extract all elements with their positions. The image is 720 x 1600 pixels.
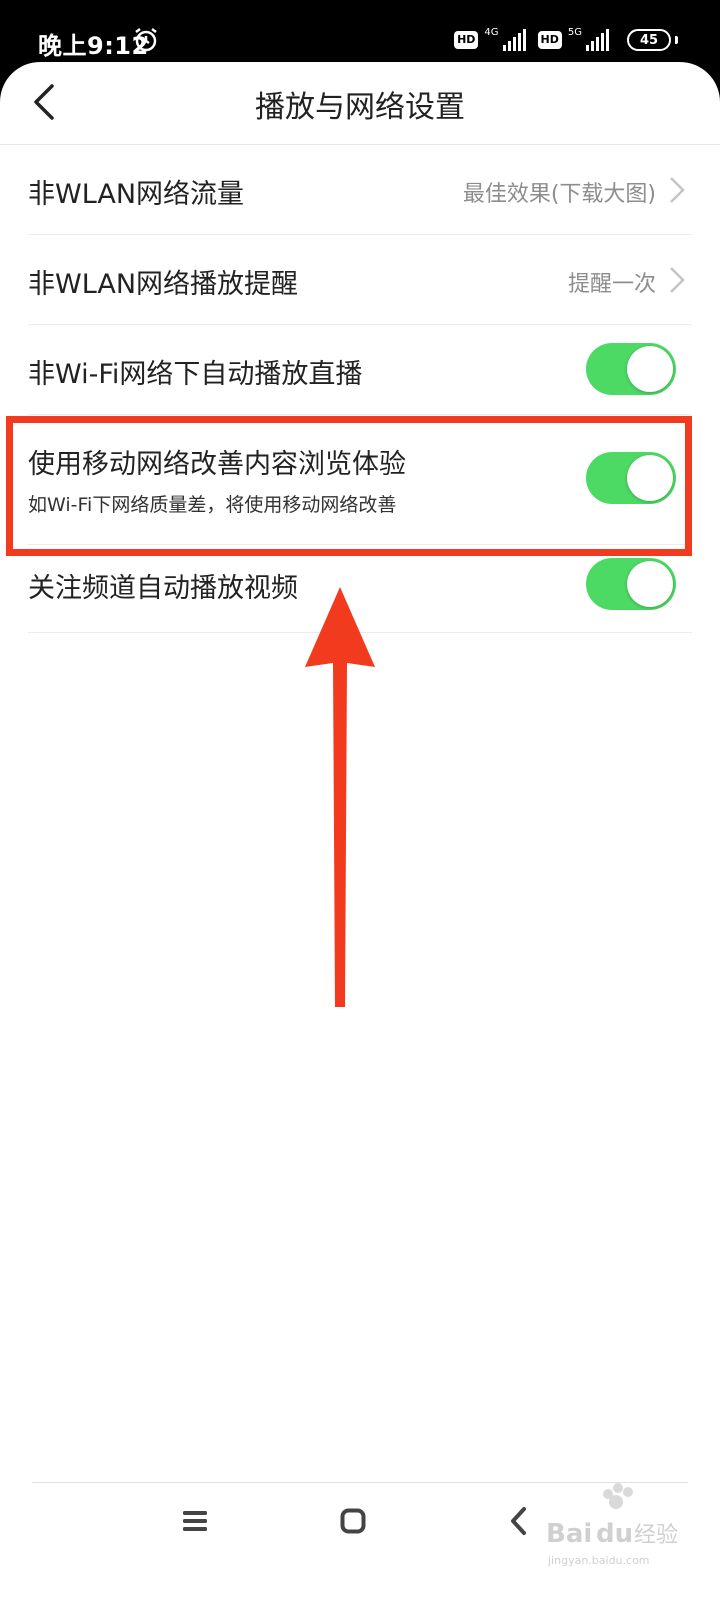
nav-menu-icon[interactable]: [182, 1509, 208, 1533]
arrow-up-icon: [305, 587, 375, 1007]
setting-title: 关注频道自动播放视频: [28, 573, 298, 604]
status-indicators: HD 4G HD 5G 45: [454, 26, 678, 54]
setting-row-auto-play-live: 非Wi-Fi网络下自动播放直播: [28, 324, 692, 415]
page-title: 播放与网络设置: [255, 90, 465, 125]
setting-title: 非Wi-Fi网络下自动播放直播: [28, 359, 363, 390]
hd-badge: HD: [537, 31, 562, 49]
battery-icon: 45: [627, 29, 671, 51]
svg-text:du: du: [596, 1519, 633, 1549]
hd-badge: HD: [454, 31, 479, 49]
battery-tip: [675, 36, 678, 44]
setting-value: 最佳效果(下载大图): [462, 182, 656, 207]
setting-value: 提醒一次: [567, 272, 656, 297]
svg-text:经验: 经验: [634, 1523, 678, 1548]
header: 播放与网络设置: [0, 62, 720, 145]
highlight-box-annotation: [6, 416, 692, 556]
chevron-right-icon: [670, 267, 685, 293]
signal-icon: [502, 29, 526, 51]
nav-back-icon[interactable]: [508, 1506, 528, 1536]
chevron-right-icon: [670, 177, 685, 203]
network-type-label: 5G: [567, 26, 582, 38]
alarm-icon: [135, 28, 157, 52]
network-type-label: 4G: [484, 26, 499, 38]
toggle-knob: [627, 346, 673, 392]
toggle-knob: [627, 561, 673, 607]
battery-level: 45: [639, 32, 659, 48]
nav-home-icon[interactable]: [340, 1508, 366, 1534]
setting-title: 非WLAN网络播放提醒: [28, 269, 299, 300]
channel-auto-play-toggle[interactable]: [586, 558, 676, 610]
watermark-logo: Bai du 经验 jingyan.baidu.com: [546, 1483, 678, 1567]
settings-page: 播放与网络设置 非WLAN网络流量 最佳效果(下载大图) 非WLAN网络播放提醒…: [0, 62, 720, 1600]
setting-row-wlan-traffic[interactable]: 非WLAN网络流量 最佳效果(下载大图): [28, 144, 692, 235]
svg-text:jingyan.baidu.com: jingyan.baidu.com: [547, 1554, 650, 1567]
setting-title: 非WLAN网络流量: [28, 179, 245, 210]
svg-text:Bai: Bai: [546, 1519, 592, 1549]
auto-play-live-toggle[interactable]: [586, 343, 676, 395]
setting-row-wlan-play-reminder[interactable]: 非WLAN网络播放提醒 提醒一次: [28, 234, 692, 325]
signal-icon: [586, 29, 609, 51]
